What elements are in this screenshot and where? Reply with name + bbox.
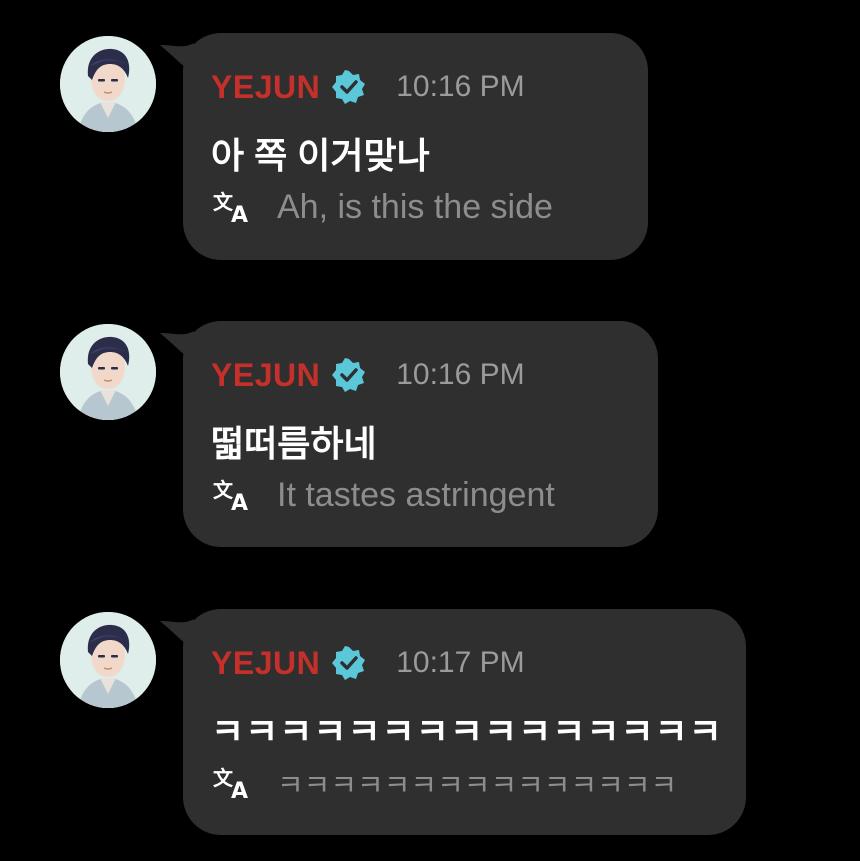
message-header: YEJUN 10:16 PM bbox=[211, 69, 525, 105]
avatar[interactable] bbox=[60, 612, 156, 708]
translate-icon[interactable]: 文 A bbox=[213, 189, 257, 225]
username[interactable]: YEJUN bbox=[211, 645, 320, 682]
translation-text: ㅋㅋㅋㅋㅋㅋㅋㅋㅋㅋㅋㅋㅋㅋㅋ bbox=[277, 770, 678, 802]
verified-badge-icon bbox=[332, 646, 366, 680]
translation-row: 文 A It tastes astringent bbox=[213, 475, 555, 515]
translation-row: 文 A Ah, is this the side bbox=[213, 187, 553, 227]
translation-text: Ah, is this the side bbox=[277, 187, 553, 226]
svg-text:A: A bbox=[231, 491, 248, 513]
message-header: YEJUN 10:17 PM bbox=[211, 645, 525, 681]
username[interactable]: YEJUN bbox=[211, 69, 320, 106]
message-text: 아 쪽 이거맞나 bbox=[211, 135, 430, 176]
timestamp: 10:16 PM bbox=[396, 358, 525, 391]
message-header: YEJUN 10:16 PM bbox=[211, 357, 525, 393]
verified-badge-icon bbox=[332, 358, 366, 392]
message-text: ㅋㅋㅋㅋㅋㅋㅋㅋㅋㅋㅋㅋㅋㅋㅋ bbox=[211, 711, 723, 752]
translation-row: 文 A ㅋㅋㅋㅋㅋㅋㅋㅋㅋㅋㅋㅋㅋㅋㅋ bbox=[213, 763, 677, 803]
translation-text: It tastes astringent bbox=[277, 475, 555, 514]
message-bubble[interactable]: YEJUN 10:16 PM 떫떠름하네 文 A It tastes astri… bbox=[183, 321, 658, 547]
message-text: 떫떠름하네 bbox=[211, 423, 377, 464]
message-bubble[interactable]: YEJUN 10:17 PM ㅋㅋㅋㅋㅋㅋㅋㅋㅋㅋㅋㅋㅋㅋㅋ 文 A ㅋㅋㅋㅋㅋ… bbox=[183, 609, 746, 835]
message-bubble[interactable]: YEJUN 10:16 PM 아 쪽 이거맞나 文 A Ah, is this … bbox=[183, 33, 648, 260]
timestamp: 10:17 PM bbox=[396, 646, 525, 679]
translate-icon[interactable]: 文 A bbox=[213, 765, 257, 801]
username[interactable]: YEJUN bbox=[211, 357, 320, 394]
timestamp: 10:16 PM bbox=[396, 70, 525, 103]
avatar[interactable] bbox=[60, 36, 156, 132]
svg-text:A: A bbox=[231, 203, 248, 225]
verified-badge-icon bbox=[332, 70, 366, 104]
svg-text:A: A bbox=[231, 779, 248, 801]
translate-icon[interactable]: 文 A bbox=[213, 477, 257, 513]
avatar[interactable] bbox=[60, 324, 156, 420]
